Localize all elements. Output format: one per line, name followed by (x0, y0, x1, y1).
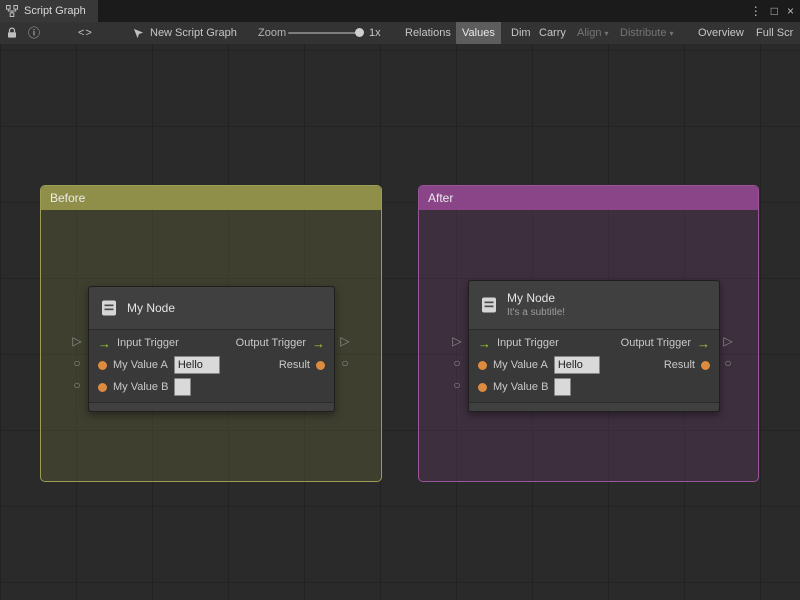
node-title: My Node (127, 301, 176, 315)
after-ext-output-trigger-port[interactable]: ▷ (721, 330, 735, 352)
graph-name-label[interactable]: New Script Graph (150, 22, 237, 44)
distribute-button[interactable]: Distribute ▾ (614, 22, 679, 44)
code-view-icon[interactable]: <> (78, 22, 93, 44)
value-b-port-icon[interactable] (98, 382, 107, 392)
distribute-label: Distribute (620, 27, 667, 39)
value-b-label: My Value B (113, 381, 169, 393)
value-b-input[interactable] (174, 378, 192, 396)
zoom-value: 1x (369, 27, 381, 39)
value-a-input[interactable] (173, 356, 220, 374)
value-a-label: My Value A (113, 359, 168, 371)
group-before-header[interactable]: Before (41, 186, 381, 210)
input-trigger-port-icon[interactable]: → (98, 337, 111, 350)
port-row-value-b: My Value B (469, 376, 719, 398)
maximize-icon[interactable]: □ (771, 0, 778, 22)
node-my-node-after[interactable]: My Node It's a subtitle! → Input Trigger… (468, 280, 720, 412)
after-ext-input-trigger-port[interactable]: ▷ (450, 330, 464, 352)
zoom-slider-track[interactable] (288, 32, 360, 34)
graph-toolbar: ⓘ <> New Script Graph Zoom 1x Relations … (0, 22, 800, 45)
dim-button[interactable]: Dim (505, 22, 537, 44)
after-ext-result-port[interactable]: ○ (721, 352, 735, 374)
port-row-trigger: → Input Trigger Output Trigger → (89, 332, 334, 354)
port-row-value-b: My Value B (89, 376, 334, 398)
window-titlebar: Script Graph ⋮ □ × (0, 0, 800, 22)
zoom-slider-knob[interactable] (355, 28, 364, 37)
unit-icon (102, 300, 116, 316)
result-label: Result (278, 359, 310, 371)
input-trigger-label: Input Trigger (117, 337, 179, 349)
group-before-title: Before (50, 191, 86, 205)
value-b-label: My Value B (493, 381, 549, 393)
script-graph-icon (6, 5, 18, 17)
node-header[interactable]: My Node It's a subtitle! (469, 281, 719, 330)
lock-icon[interactable] (7, 22, 17, 44)
port-row-value-a: My Value A Result (469, 354, 719, 376)
after-ext-value-a-port[interactable]: ○ (450, 352, 464, 374)
align-label: Align (577, 27, 602, 39)
fullscreen-button[interactable]: Full Scr (750, 22, 799, 44)
port-row-value-a: My Value A Result (89, 354, 334, 376)
before-ext-value-a-port[interactable]: ○ (70, 352, 84, 374)
port-row-trigger: → Input Trigger Output Trigger → (469, 332, 719, 354)
before-ext-result-port[interactable]: ○ (338, 352, 352, 374)
before-ext-input-trigger-port[interactable]: ▷ (70, 330, 84, 352)
input-trigger-port-icon[interactable]: → (478, 337, 491, 350)
before-ext-value-b-port[interactable]: ○ (70, 374, 84, 396)
align-button[interactable]: Align ▾ (571, 22, 614, 44)
result-label: Result (663, 359, 695, 371)
input-trigger-label: Input Trigger (497, 337, 559, 349)
group-after-title: After (428, 191, 454, 205)
result-port-icon[interactable] (701, 360, 710, 370)
node-subtitle: It's a subtitle! (507, 307, 566, 318)
group-after-header[interactable]: After (419, 186, 758, 210)
value-a-port-icon[interactable] (98, 360, 107, 370)
node-title: My Node (507, 291, 556, 305)
window-controls: ⋮ □ × (750, 0, 794, 22)
node-my-node-before[interactable]: My Node → Input Trigger Output Trigger →… (88, 286, 335, 412)
zoom-label: Zoom (258, 27, 287, 39)
output-trigger-label: Output Trigger (235, 337, 306, 349)
values-button[interactable]: Values (456, 22, 501, 44)
kebab-menu-icon[interactable]: ⋮ (750, 0, 762, 22)
unit-icon (482, 297, 496, 313)
value-a-input[interactable] (553, 356, 600, 374)
graph-canvas[interactable]: Before After My Node → Input Trigger Out… (0, 44, 800, 600)
node-footer (89, 402, 334, 411)
chevron-down-icon: ▾ (604, 29, 609, 38)
result-port-icon[interactable] (316, 360, 325, 370)
tab-script-graph[interactable]: Script Graph (0, 0, 98, 22)
close-icon[interactable]: × (787, 0, 794, 22)
chevron-down-icon: ▾ (669, 29, 674, 38)
node-header[interactable]: My Node (89, 287, 334, 330)
value-a-port-icon[interactable] (478, 360, 487, 370)
value-a-label: My Value A (493, 359, 548, 371)
node-body: → Input Trigger Output Trigger → My Valu… (469, 330, 719, 402)
graph-pointer-icon (133, 22, 144, 44)
value-b-port-icon[interactable] (478, 382, 487, 392)
overview-button[interactable]: Overview (692, 22, 750, 44)
tab-title: Script Graph (24, 5, 86, 17)
after-ext-value-b-port[interactable]: ○ (450, 374, 464, 396)
node-body: → Input Trigger Output Trigger → My Valu… (89, 330, 334, 402)
before-ext-output-trigger-port[interactable]: ▷ (338, 330, 352, 352)
node-footer (469, 402, 719, 411)
value-b-input[interactable] (554, 378, 572, 396)
output-trigger-port-icon[interactable]: → (697, 337, 710, 350)
output-trigger-port-icon[interactable]: → (312, 337, 325, 350)
relations-button[interactable]: Relations (399, 22, 457, 44)
info-icon[interactable]: ⓘ (28, 22, 40, 44)
carry-button[interactable]: Carry (533, 22, 572, 44)
output-trigger-label: Output Trigger (620, 337, 691, 349)
